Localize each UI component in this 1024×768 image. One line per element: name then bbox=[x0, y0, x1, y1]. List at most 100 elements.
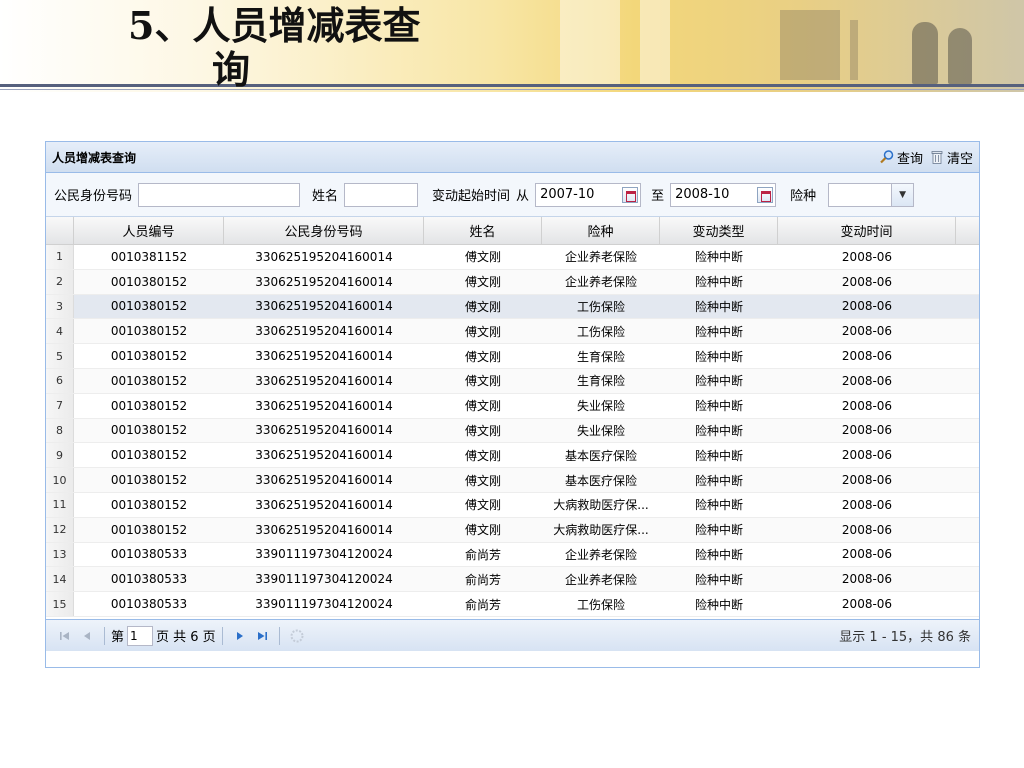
separator bbox=[221, 626, 223, 645]
cell-citizen-id: 330625195204160014 bbox=[255, 249, 393, 264]
table-row[interactable]: 11 0010380152 330625195204160014 傅文刚 大病救助医疗保… bbox=[46, 492, 979, 518]
cell-citizen-id: 330625195204160014 bbox=[255, 448, 393, 463]
cell-insurance: 企业养老保险 bbox=[564, 572, 637, 587]
cell-name: 傅文刚 bbox=[464, 299, 501, 314]
cell-change-time: 2008-06 bbox=[841, 324, 893, 339]
column-header-name[interactable]: 姓名 bbox=[424, 217, 542, 244]
cell-person-id: 0010380152 bbox=[110, 448, 188, 463]
prev-page-icon[interactable] bbox=[78, 627, 96, 645]
slide-title-line1: 5、人员增减表查 bbox=[128, 3, 421, 48]
cell-name: 俞尚芳 bbox=[464, 597, 501, 612]
separator bbox=[278, 626, 280, 645]
slide-title: 5、人员增减表查 询 bbox=[128, 4, 488, 92]
cell-change-type: 险种中断 bbox=[694, 349, 743, 364]
panel-header: 人员增减表查询 查询 清空 bbox=[46, 142, 979, 173]
calendar-icon[interactable] bbox=[622, 186, 639, 203]
table-row[interactable]: 4 0010380152 330625195204160014 傅文刚 工伤保险 险种中断… bbox=[46, 319, 979, 345]
cell-filler bbox=[956, 270, 979, 294]
cell-name: 傅文刚 bbox=[464, 423, 501, 438]
row-number: 12 bbox=[46, 517, 74, 542]
cell-change-time: 2008-06 bbox=[841, 373, 893, 388]
table-row[interactable]: 12 0010380152 330625195204160014 傅文刚 大病救助医疗保… bbox=[46, 517, 979, 543]
cell-name: 傅文刚 bbox=[464, 523, 501, 538]
table-row[interactable]: 2 0010380152 330625195204160014 傅文刚 企业养老保险 险种… bbox=[46, 269, 979, 295]
table-row[interactable]: 10 0010380152 330625195204160014 傅文刚 基本医疗保险 险… bbox=[46, 468, 979, 493]
column-header-insurance[interactable]: 险种 bbox=[542, 217, 660, 244]
cell-person-id: 0010380533 bbox=[110, 572, 188, 587]
table-row[interactable]: 13 0010380533 339011197304120024 俞尚芳 企业养老保险 险… bbox=[46, 542, 979, 568]
cell-change-type: 险种中断 bbox=[694, 250, 743, 265]
table-row[interactable]: 14 0010380533 339011197304120024 俞尚芳 企业养老保险 险… bbox=[46, 567, 979, 593]
row-number: 1 bbox=[46, 245, 74, 269]
clear-button[interactable]: 清空 bbox=[929, 148, 973, 167]
cell-change-type: 险种中断 bbox=[694, 423, 743, 438]
cell-insurance: 基本医疗保险 bbox=[564, 473, 637, 488]
insurance-select[interactable]: ▼ bbox=[828, 182, 915, 207]
column-header-change-time[interactable]: 变动时间 bbox=[778, 217, 956, 244]
row-number: 4 bbox=[46, 319, 74, 344]
citizen-id-input[interactable] bbox=[138, 182, 301, 207]
table-row[interactable]: 7 0010380152 330625195204160014 傅文刚 失业保险 险种中断… bbox=[46, 393, 979, 419]
page-number-input[interactable]: 1 bbox=[127, 625, 154, 646]
calendar-icon[interactable] bbox=[757, 186, 774, 203]
table-row[interactable]: 1 0010381152 330625195204160014 傅文刚 企业养老保险 险种… bbox=[46, 245, 979, 270]
cell-name: 傅文刚 bbox=[464, 349, 501, 364]
cell-name: 俞尚芳 bbox=[464, 572, 501, 587]
cell-filler bbox=[956, 344, 979, 368]
query-button[interactable]: 查询 bbox=[879, 148, 923, 167]
separator bbox=[104, 626, 105, 645]
from-label: 从 bbox=[516, 189, 530, 204]
name-input[interactable] bbox=[344, 182, 419, 207]
cell-insurance: 基本医疗保险 bbox=[564, 448, 637, 463]
cell-filler bbox=[956, 567, 979, 591]
cell-change-type: 险种中断 bbox=[694, 498, 743, 513]
query-button-label: 查询 bbox=[896, 151, 923, 167]
cell-insurance: 大病救助医疗保... bbox=[553, 498, 649, 513]
cell-citizen-id: 330625195204160014 bbox=[255, 299, 393, 314]
last-page-icon[interactable] bbox=[253, 627, 271, 645]
cell-change-type: 险种中断 bbox=[694, 324, 743, 339]
first-page-icon[interactable] bbox=[56, 627, 74, 645]
cell-filler bbox=[956, 245, 979, 269]
cell-person-id: 0010380533 bbox=[110, 547, 188, 562]
cell-name: 傅文刚 bbox=[464, 473, 501, 488]
table-row[interactable]: 6 0010380152 330625195204160014 傅文刚 生育保险 险种中断… bbox=[46, 368, 979, 394]
column-header-person-id[interactable]: 人员编号 bbox=[74, 217, 224, 244]
cell-insurance: 生育保险 bbox=[576, 349, 625, 364]
cell-change-time: 2008-06 bbox=[841, 572, 893, 587]
row-number: 10 bbox=[46, 468, 74, 492]
cell-filler bbox=[956, 319, 979, 343]
table-row[interactable]: 8 0010380152 330625195204160014 傅文刚 失业保险 险种中断… bbox=[46, 418, 979, 444]
to-date-field[interactable]: 2008-10 bbox=[670, 182, 777, 207]
cell-change-time: 2008-06 bbox=[841, 448, 893, 463]
row-number: 14 bbox=[46, 567, 74, 592]
cell-person-id: 0010380152 bbox=[110, 349, 188, 364]
cell-change-type: 险种中断 bbox=[694, 473, 743, 488]
cell-name: 傅文刚 bbox=[464, 275, 501, 290]
cell-person-id: 0010380533 bbox=[110, 597, 188, 612]
cell-insurance: 工伤保险 bbox=[576, 324, 625, 339]
cell-name: 傅文刚 bbox=[464, 448, 501, 463]
table-row[interactable]: 3 0010380152 330625195204160014 傅文刚 工伤保险 险种中断… bbox=[46, 294, 979, 320]
column-header-change-type[interactable]: 变动类型 bbox=[660, 217, 778, 244]
cell-name: 傅文刚 bbox=[464, 399, 501, 414]
cell-filler bbox=[956, 443, 979, 467]
refresh-icon[interactable] bbox=[288, 627, 306, 645]
cell-person-id: 0010380152 bbox=[110, 522, 188, 537]
row-number: 9 bbox=[46, 443, 74, 468]
row-number: 2 bbox=[46, 269, 74, 294]
cell-citizen-id: 339011197304120024 bbox=[255, 547, 393, 562]
next-page-icon[interactable] bbox=[231, 627, 249, 645]
row-number: 13 bbox=[46, 542, 74, 567]
paging-info: 显示 1 - 15，共 86 条 bbox=[839, 630, 971, 645]
column-header-citizen-id[interactable]: 公民身份号码 bbox=[224, 217, 424, 244]
chevron-down-icon[interactable]: ▼ bbox=[891, 183, 914, 206]
from-date-field[interactable]: 2007-10 bbox=[535, 182, 642, 207]
cell-change-time: 2008-06 bbox=[841, 398, 893, 413]
cell-insurance: 失业保险 bbox=[576, 423, 625, 438]
cell-name: 傅文刚 bbox=[464, 374, 501, 389]
table-row[interactable]: 15 0010380533 339011197304120024 俞尚芳 工伤保险 险种中… bbox=[46, 592, 979, 617]
cell-citizen-id: 339011197304120024 bbox=[255, 572, 393, 587]
table-row[interactable]: 5 0010380152 330625195204160014 傅文刚 生育保险 险种中断… bbox=[46, 344, 979, 369]
table-row[interactable]: 9 0010380152 330625195204160014 傅文刚 基本医疗保险 险种… bbox=[46, 443, 979, 469]
